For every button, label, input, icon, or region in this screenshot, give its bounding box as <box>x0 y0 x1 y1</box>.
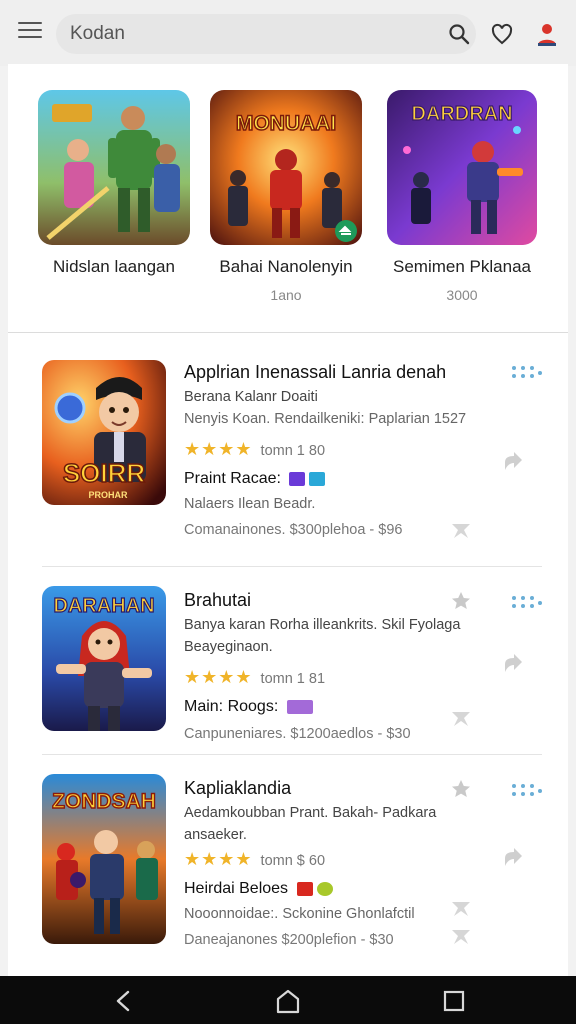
featured-app-card[interactable]: DARDRAN Semimen Pklanaa 3000 <box>382 90 542 303</box>
featured-app-sub: 1ano <box>270 287 302 303</box>
star-icon[interactable] <box>450 590 472 612</box>
rating-stars: ★★★★ <box>184 849 253 869</box>
app-developer: Aedamkoubban Prant. Bakah- Padkara <box>184 805 437 821</box>
app-description: ansaeker. <box>184 827 247 843</box>
featured-app-artwork <box>38 90 190 245</box>
arrow-badge-icon <box>309 471 326 486</box>
app-rating: ★★★★ tomn $ 60 <box>184 849 504 870</box>
featured-app-name: Nidslan laangan <box>53 257 175 276</box>
app-list-item[interactable]: ZONDSAH Kapliaklandia Aedamkoubban Prant… <box>8 774 568 948</box>
app-tag-label: Main: Roogs: <box>184 698 279 715</box>
red-badge-icon <box>296 881 313 896</box>
featured-app-artwork: MONUAAI <box>210 90 362 245</box>
app-list-item[interactable]: SOIRR PROHAR Applrian Inenassali Lanria … <box>8 360 568 548</box>
app-rating: ★★★★ tomn 1 81 <box>184 667 504 688</box>
share-icon[interactable] <box>502 450 524 472</box>
row-divider <box>42 566 542 567</box>
more-options-icon[interactable] <box>512 784 542 798</box>
featured-art-title: DARDRAN <box>411 103 512 125</box>
badge-icon[interactable] <box>450 898 472 920</box>
featured-app-artwork: DARDRAN <box>387 90 537 245</box>
featured-art-title: MONUAAI <box>236 112 336 135</box>
more-options-icon[interactable] <box>512 596 542 610</box>
app-tag: Heirdai Beloes <box>184 880 504 898</box>
featured-app-card[interactable]: MONUAAI Bahai Nanolenyin 1ano <box>206 90 366 303</box>
app-info: Applrian Inenassali Lanria denah Berana … <box>184 362 504 538</box>
search-field[interactable] <box>56 14 476 54</box>
more-options-icon[interactable] <box>512 366 542 380</box>
app-title: Applrian Inenassali Lanria denah <box>184 362 447 382</box>
app-info: Kapliaklandia Aedamkoubban Prant. Bakah-… <box>184 778 504 948</box>
app-description: Beayeginaon. <box>184 639 273 655</box>
system-navigation-bar <box>0 976 576 1024</box>
badge-icon[interactable] <box>450 926 472 948</box>
app-artwork: SOIRR PROHAR <box>42 360 166 505</box>
app-description: Nenyis Koan. Rendailkeniki: Paplarian 15… <box>184 411 467 427</box>
account-icon[interactable] <box>535 21 559 47</box>
rating-text: tomn 1 80 <box>260 443 326 459</box>
share-icon[interactable] <box>502 652 524 674</box>
row-divider <box>42 754 542 755</box>
app-art-title: DARAHAN <box>53 595 154 617</box>
back-icon[interactable] <box>110 988 138 1014</box>
app-art-subtitle: PROHAR <box>88 490 128 500</box>
featured-app-name: Semimen Pklanaa <box>393 257 531 276</box>
badge-icon[interactable] <box>450 708 472 730</box>
app-list-item[interactable]: DARAHAN Brahutai Banya karan Rorha illea… <box>8 586 568 742</box>
app-artwork: DARAHAN <box>42 586 166 731</box>
home-icon[interactable] <box>274 988 302 1014</box>
rating-stars: ★★★★ <box>184 439 253 459</box>
featured-app-card[interactable]: Nidslan laangan <box>34 90 194 287</box>
app-rating: ★★★★ tomn 1 80 <box>184 439 504 460</box>
plus-badge-icon <box>289 471 306 486</box>
badge-icon[interactable] <box>450 520 472 542</box>
rating-text: tomn $ 60 <box>260 853 326 869</box>
app-art-title: SOIRR <box>63 458 146 488</box>
featured-app-sub: 3000 <box>446 287 478 303</box>
rating-stars: ★★★★ <box>184 667 253 687</box>
recents-icon[interactable] <box>440 988 468 1014</box>
rating-text: tomn 1 81 <box>260 671 326 687</box>
app-art-title: ZONDSAH <box>52 790 156 813</box>
shield-heart-icon[interactable] <box>490 22 514 46</box>
game-badge-icon <box>286 699 313 714</box>
featured-app-name: Bahai Nanolenyin <box>219 257 353 276</box>
app-tag-label: Heirdai Beloes <box>184 880 289 897</box>
section-divider <box>8 332 568 333</box>
share-icon[interactable] <box>502 846 524 868</box>
search-input[interactable] <box>56 14 476 54</box>
green-badge-icon <box>316 881 333 896</box>
app-tag-label: Praint Racae: <box>184 470 281 487</box>
top-app-bar <box>0 0 576 66</box>
menu-icon[interactable] <box>18 22 42 42</box>
content-panel: Nidslan laangan MONUAAI Bahai Nanolenyin… <box>8 64 568 976</box>
app-artwork: ZONDSAH <box>42 774 166 944</box>
app-developer: Banya karan Rorha illeankrits. Skil Fyol… <box>184 617 461 633</box>
app-extra: Nalaers Ilean Beadr. <box>184 496 316 512</box>
app-developer: Berana Kalanr Doaiti <box>184 389 318 405</box>
search-icon[interactable] <box>447 22 471 46</box>
app-tag: Praint Racae: <box>184 470 504 488</box>
star-icon[interactable] <box>450 778 472 800</box>
